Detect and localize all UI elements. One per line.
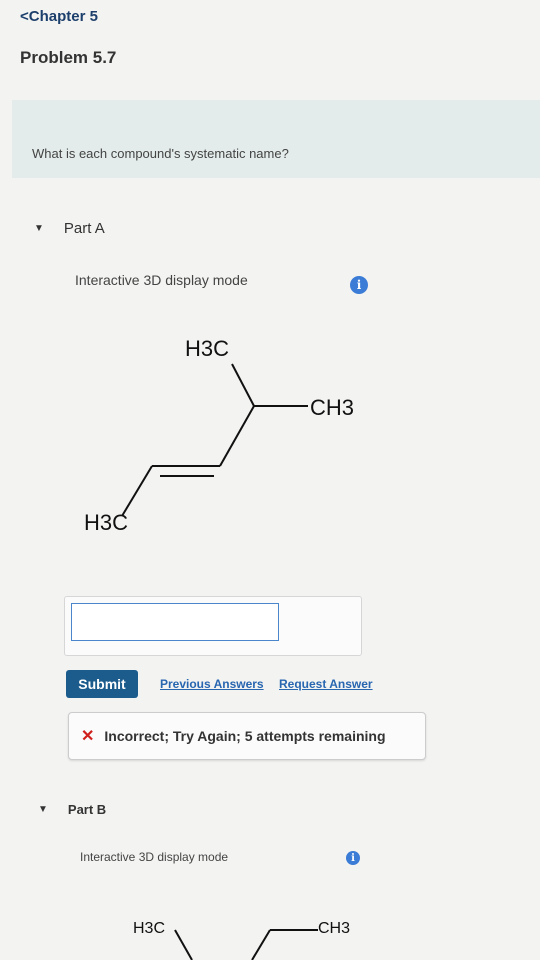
molecule-structure-b: H3C CH3 bbox=[0, 0, 540, 960]
bond-lines bbox=[174, 929, 318, 960]
molecule-label-right: CH3 bbox=[318, 920, 351, 937]
molecule-label-left: H3C bbox=[133, 920, 166, 937]
